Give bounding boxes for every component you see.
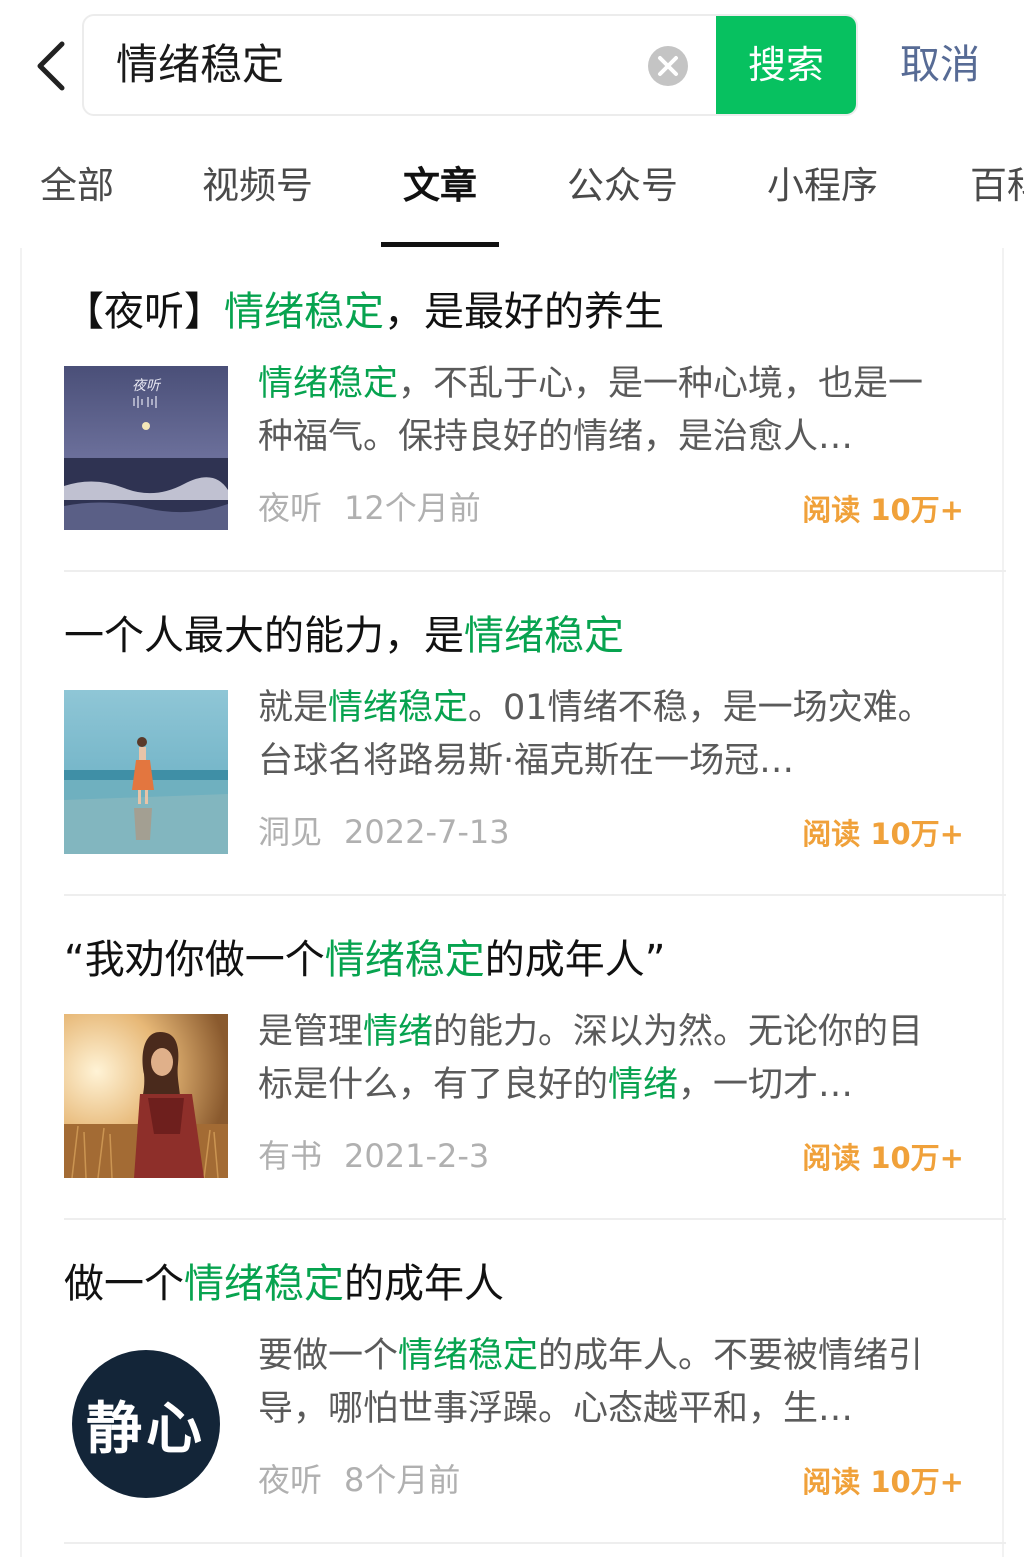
highlighted-keyword: 情绪稳定	[398, 1336, 539, 1376]
search-input[interactable]	[116, 16, 636, 114]
tab-official-accounts[interactable]: 公众号	[567, 130, 678, 248]
result-source[interactable]: 洞见	[258, 813, 322, 851]
jingxin-logo-text: 静心	[86, 1395, 206, 1462]
clear-search-button[interactable]	[646, 44, 690, 88]
text-segment: 就是	[258, 688, 329, 728]
text-segment: “我劝你做一个	[64, 937, 325, 983]
text-segment: 【夜听】	[64, 289, 224, 335]
result-source[interactable]: 夜听	[258, 1461, 322, 1499]
search-box: 搜索	[82, 14, 858, 116]
highlighted-keyword: 情绪	[363, 1012, 434, 1052]
beach-woman-thumbnail	[64, 690, 228, 854]
text-segment: ，一切才…	[678, 1065, 854, 1105]
tab-articles[interactable]: 文章	[403, 130, 477, 248]
result-card[interactable]: 做一个情绪稳定的成年人 静心 要做一个情绪稳定的成年人。不要被情绪引导，哪怕世事…	[22, 1220, 1006, 1544]
search-button[interactable]: 搜索	[716, 16, 856, 114]
result-title: “我劝你做一个情绪稳定的成年人”	[64, 932, 984, 988]
highlighted-keyword: 情绪稳定	[224, 289, 384, 335]
read-count: 阅读 10万+	[802, 1465, 964, 1499]
highlighted-keyword: 情绪稳定	[324, 937, 485, 983]
tab-encyclopedia[interactable]: 百科	[970, 130, 1024, 248]
result-snippet: 是管理情绪的能力。深以为然。无论你的目标是什么，有了良好的情绪，一切才…	[258, 1006, 958, 1116]
jingxin-circle-thumbnail: 静心	[64, 1348, 228, 1512]
result-time: 2021-2-3	[344, 1137, 490, 1175]
read-count: 阅读 10万+	[802, 817, 964, 851]
result-card[interactable]: 【夜听】情绪稳定，是最好的养生 夜听 情绪稳定，不乱于心，是一种心境，也是一种福…	[22, 248, 1006, 572]
active-tab-indicator	[381, 242, 499, 247]
read-count: 阅读 10万+	[802, 493, 964, 527]
clear-icon	[648, 46, 688, 86]
result-meta: 夜听 8个月前	[258, 1456, 460, 1504]
result-title: 【夜听】情绪稳定，是最好的养生	[64, 284, 984, 340]
highlighted-keyword: 情绪	[608, 1065, 679, 1105]
highlighted-keyword: 情绪稳定	[258, 364, 399, 404]
back-button[interactable]	[30, 38, 74, 94]
result-title: 一个人最大的能力，是情绪稳定	[64, 608, 984, 664]
text-segment: ，是最好的养生	[384, 289, 664, 335]
result-source[interactable]: 夜听	[258, 489, 322, 527]
highlighted-keyword: 情绪稳定	[184, 1261, 344, 1307]
category-tabs: 全部 视频号 文章 公众号 小程序 百科	[0, 130, 1024, 248]
tab-mini-programs[interactable]: 小程序	[767, 130, 878, 248]
top-bar: 搜索 取消	[0, 0, 1024, 130]
card-divider	[64, 1542, 1006, 1544]
result-snippet: 情绪稳定，不乱于心，是一种心境，也是一种福气。保持良好的情绪，是治愈人…	[258, 358, 958, 468]
tab-channels[interactable]: 视频号	[202, 130, 313, 248]
highlighted-keyword: 情绪稳定	[464, 613, 624, 659]
read-count: 阅读 10万+	[802, 1141, 964, 1175]
night-sea-thumbnail: 夜听	[64, 366, 228, 530]
chevron-left-icon	[37, 41, 65, 91]
text-segment: 要做一个	[258, 1336, 399, 1376]
result-card[interactable]: “我劝你做一个情绪稳定的成年人” 是管理情绪的能力。深以为然。无论你的目标是什么…	[22, 896, 1006, 1220]
field-woman-thumbnail	[64, 1014, 228, 1178]
result-meta: 洞见 2022-7-13	[258, 808, 510, 856]
result-source[interactable]: 有书	[258, 1137, 322, 1175]
tab-all[interactable]: 全部	[40, 130, 114, 248]
text-segment: 做一个	[64, 1261, 184, 1307]
text-segment: 一个人最大的能力，是	[64, 613, 464, 659]
result-title: 做一个情绪稳定的成年人	[64, 1256, 984, 1312]
result-time: 12个月前	[344, 489, 481, 527]
cancel-button[interactable]: 取消	[880, 14, 1000, 116]
svg-text:夜听: 夜听	[132, 378, 162, 394]
result-meta: 夜听 12个月前	[258, 484, 481, 532]
result-meta: 有书 2021-2-3	[258, 1132, 489, 1180]
text-segment: 的成年人”	[484, 937, 666, 983]
result-card[interactable]: 一个人最大的能力，是情绪稳定 就是情绪稳定。01情绪不稳，是一场灾难。台球名将路…	[22, 572, 1006, 896]
results-list: 【夜听】情绪稳定，是最好的养生 夜听 情绪稳定，不乱于心，是一种心境，也是一种福…	[20, 248, 1006, 1557]
text-segment: 是管理	[258, 1012, 364, 1052]
result-snippet: 就是情绪稳定。01情绪不稳，是一场灾难。台球名将路易斯·福克斯在一场冠…	[258, 682, 958, 792]
highlighted-keyword: 情绪稳定	[328, 688, 469, 728]
result-snippet: 要做一个情绪稳定的成年人。不要被情绪引导，哪怕世事浮躁。心态越平和，生…	[258, 1330, 958, 1440]
result-time: 8个月前	[344, 1461, 461, 1499]
text-segment: 的成年人	[344, 1261, 504, 1307]
result-time: 2022-7-13	[344, 813, 510, 851]
